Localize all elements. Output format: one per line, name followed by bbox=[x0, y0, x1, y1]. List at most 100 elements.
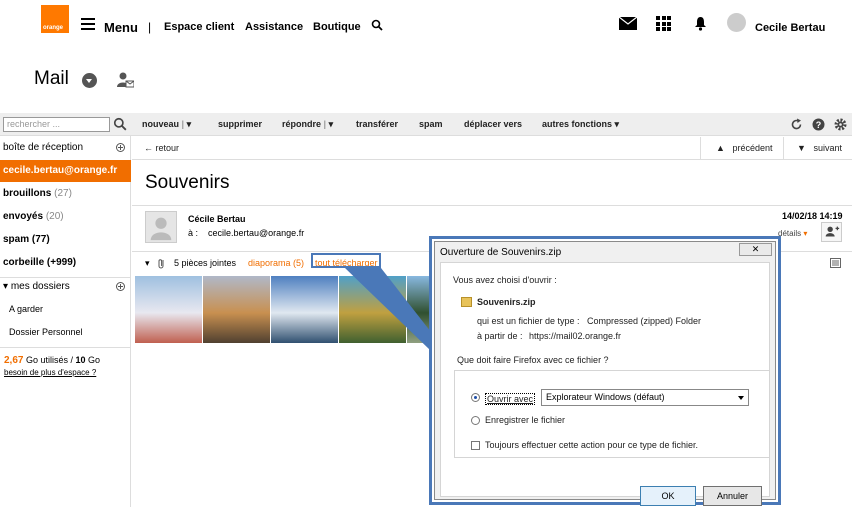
dialog-filename: Souvenirs.zip bbox=[477, 297, 536, 307]
recipient-label: à : bbox=[188, 228, 199, 238]
add-account-icon[interactable] bbox=[116, 143, 125, 152]
mail-subject: Souvenirs bbox=[145, 172, 230, 193]
more-actions-button[interactable]: autres fonctions ▾ bbox=[542, 119, 619, 130]
contacts-icon[interactable] bbox=[116, 71, 134, 89]
reply-button[interactable]: répondre | ▾ bbox=[282, 119, 333, 130]
always-do-checkbox[interactable] bbox=[471, 441, 480, 450]
attachment-thumbnail-mountain-lake[interactable] bbox=[203, 276, 270, 343]
chevron-down-icon: ▾ bbox=[803, 229, 808, 238]
sender-avatar bbox=[145, 211, 177, 243]
dialog-body: Vous avez choisi d'ouvrir : Souvenirs.zi… bbox=[440, 262, 770, 506]
sidebar-item-a-garder[interactable]: A garder bbox=[9, 304, 140, 314]
file-source-label: à partir de : bbox=[477, 331, 523, 341]
close-icon[interactable]: ✕ bbox=[739, 243, 772, 256]
chevron-down-icon: ▾ bbox=[614, 119, 620, 129]
always-do-label[interactable]: Toujours effectuer cette action pour ce … bbox=[485, 440, 698, 450]
forward-button[interactable]: transférer bbox=[356, 119, 398, 129]
file-source-value: https://mail02.orange.fr bbox=[529, 331, 622, 341]
download-all-highlight bbox=[311, 253, 381, 268]
add-contact-icon[interactable] bbox=[821, 222, 842, 242]
dialog-frame: Ouverture de Souvenirs.zip ✕ Vous avez c… bbox=[434, 241, 776, 506]
mail-date: 14/02/18 14:19 bbox=[782, 211, 843, 221]
nav-divider: | bbox=[148, 20, 152, 34]
save-file-radio[interactable] bbox=[471, 416, 480, 425]
dialog-question: Que doit faire Firefox avec ce fichier ? bbox=[457, 355, 609, 365]
zip-folder-icon bbox=[461, 297, 472, 307]
my-folders-header[interactable]: ▾ mes dossiers bbox=[3, 281, 134, 292]
chevron-down-icon[interactable]: ▾ bbox=[145, 258, 150, 269]
mail-toolbar: rechercher ... nouveau | ▾ supprimer rép… bbox=[0, 113, 852, 136]
dialog-intro: Vous avez choisi d'ouvrir : bbox=[453, 275, 557, 285]
ok-button[interactable]: OK bbox=[640, 486, 696, 506]
paperclip-icon bbox=[158, 259, 164, 269]
chevron-down-icon[interactable]: ▾ bbox=[329, 119, 334, 129]
file-type-value: Compressed (zipped) Folder bbox=[587, 316, 702, 326]
open-with-select[interactable]: Explorateur Windows (défaut) bbox=[541, 389, 749, 406]
chevron-up-icon: ▲ bbox=[716, 143, 725, 153]
mail-icon[interactable] bbox=[619, 17, 637, 30]
details-toggle[interactable]: détails ▾ bbox=[778, 229, 807, 238]
inbox-header[interactable]: boîte de réception bbox=[3, 142, 134, 153]
user-avatar[interactable] bbox=[727, 13, 746, 32]
attachments-count: 5 pièces jointes bbox=[174, 258, 237, 268]
sidebar-item-sent[interactable]: envoyés (20) bbox=[3, 211, 134, 222]
more-storage-link[interactable]: besoin de plus d'espace ? bbox=[4, 368, 135, 377]
sender-name[interactable]: Cécile Bertau bbox=[188, 214, 246, 224]
sidebar-item-drafts[interactable]: brouillons (27) bbox=[3, 188, 134, 199]
chevron-down-icon bbox=[738, 396, 744, 400]
page-title: Mail bbox=[34, 68, 69, 89]
open-with-label[interactable]: Ouvrir avec bbox=[485, 393, 536, 405]
chevron-down-icon[interactable]: ▾ bbox=[187, 119, 192, 129]
new-button[interactable]: nouveau | ▾ bbox=[142, 119, 191, 130]
open-file-dialog: Ouverture de Souvenirs.zip ✕ Vous avez c… bbox=[429, 236, 781, 506]
search-icon[interactable] bbox=[371, 19, 383, 31]
apps-grid-icon[interactable] bbox=[656, 16, 671, 31]
attachment-thumbnail-winter-mountain[interactable] bbox=[135, 276, 202, 343]
sidebar-item-dossier-personnel[interactable]: Dossier Personnel bbox=[9, 327, 140, 337]
sidebar-item-account[interactable]: cecile.bertau@orange.fr bbox=[0, 160, 131, 182]
hamburger-icon[interactable] bbox=[81, 18, 95, 30]
chevron-down-icon: ▾ bbox=[3, 281, 9, 292]
bell-icon[interactable] bbox=[694, 16, 707, 31]
cancel-button[interactable]: Annuler bbox=[703, 486, 762, 506]
chevron-down-icon: ▼ bbox=[797, 143, 806, 153]
sidebar-divider bbox=[0, 277, 131, 278]
menu-link[interactable]: Menu bbox=[104, 20, 138, 35]
open-with-radio[interactable] bbox=[471, 393, 480, 402]
sidebar-item-trash[interactable]: corbeille (+999) bbox=[3, 257, 134, 268]
subbar-divider bbox=[783, 137, 784, 160]
next-link[interactable]: ▼ suivant bbox=[797, 143, 842, 153]
previous-link[interactable]: ▲ précédent bbox=[716, 143, 772, 153]
save-file-label[interactable]: Enregistrer le fichier bbox=[485, 415, 565, 425]
user-name[interactable]: Cecile Bertau bbox=[755, 22, 825, 34]
mail-navigation-bar: ← retour ▲ précédent ▼ suivant bbox=[132, 137, 852, 160]
orange-logo[interactable]: orange bbox=[41, 5, 69, 33]
add-folder-icon[interactable] bbox=[116, 282, 125, 291]
storage-usage: 2,67 Go utilisés / 10 Go bbox=[4, 355, 101, 366]
sidebar-item-spam[interactable]: spam (77) bbox=[3, 234, 134, 245]
delete-button[interactable]: supprimer bbox=[218, 119, 262, 129]
list-view-icon[interactable] bbox=[830, 258, 841, 268]
sidebar-divider bbox=[0, 347, 131, 348]
attachment-thumbnail-coast-cliffs[interactable] bbox=[271, 276, 338, 343]
recipient-address[interactable]: cecile.bertau@orange.fr bbox=[208, 228, 304, 238]
search-icon[interactable] bbox=[113, 117, 127, 131]
mail-divider bbox=[132, 205, 852, 206]
nav-assistance[interactable]: Assistance bbox=[245, 21, 303, 33]
back-link[interactable]: ← retour bbox=[144, 143, 179, 153]
attachment-thumbnail-wetland[interactable] bbox=[339, 276, 406, 343]
move-to-button[interactable]: déplacer vers bbox=[464, 119, 522, 129]
help-icon[interactable]: ? bbox=[812, 118, 825, 131]
slideshow-link[interactable]: diaporama (5) bbox=[248, 258, 304, 268]
nav-espace-client[interactable]: Espace client bbox=[164, 21, 234, 33]
subbar-divider bbox=[700, 137, 701, 160]
chevron-down-icon[interactable] bbox=[82, 73, 97, 88]
refresh-icon[interactable] bbox=[790, 118, 803, 131]
nav-boutique[interactable]: Boutique bbox=[313, 21, 361, 33]
spam-button[interactable]: spam bbox=[419, 119, 443, 129]
dialog-title: Ouverture de Souvenirs.zip bbox=[440, 247, 562, 258]
search-input[interactable]: rechercher ... bbox=[3, 117, 110, 132]
file-type-label: qui est un fichier de type : bbox=[477, 316, 580, 326]
gear-icon[interactable] bbox=[834, 118, 847, 131]
top-header: orange Menu | Espace client Assistance B… bbox=[0, 0, 852, 56]
